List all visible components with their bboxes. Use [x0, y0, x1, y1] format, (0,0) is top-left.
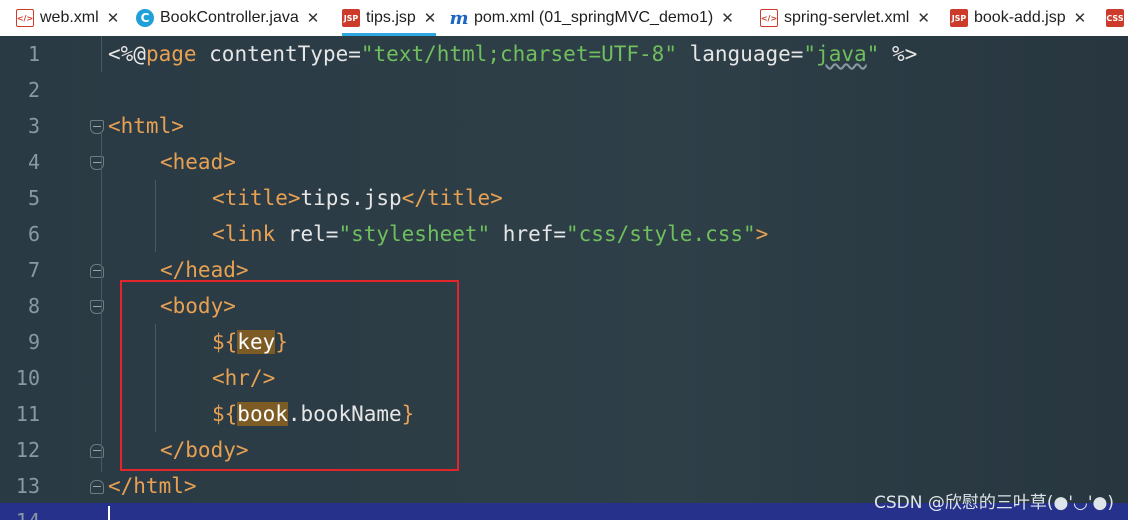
close-icon[interactable]: ✕	[307, 9, 320, 27]
tab-label: book-add.jsp	[974, 9, 1066, 26]
close-icon[interactable]: ✕	[424, 9, 437, 27]
attribute-value-warning: java	[816, 42, 867, 66]
attribute-name: href=	[490, 222, 567, 246]
attribute-value-quote: "	[803, 42, 817, 66]
editor-tab-bar: </> web.xml ✕ C BookController.java ✕ JS…	[0, 0, 1128, 37]
line-number: 9	[27, 330, 40, 354]
tab-spring-servlet-xml[interactable]: </> spring-servlet.xml ✕	[760, 0, 930, 36]
line-number: 6	[27, 222, 40, 246]
attribute-value: "css/style.css"	[566, 222, 756, 246]
attribute-name: language=	[676, 42, 804, 66]
text-cursor	[108, 506, 110, 520]
tab-pom-xml[interactable]: m pom.xml (01_springMVC_demo1) ✕	[449, 0, 734, 36]
line-number: 5	[27, 186, 40, 210]
tab-label: spring-servlet.xml	[784, 9, 910, 26]
line-number: 13	[15, 474, 40, 498]
html-tag: </html>	[108, 474, 197, 498]
html-tag: <link	[212, 222, 276, 246]
tab-tips-jsp[interactable]: JSP tips.jsp ✕	[342, 0, 436, 36]
close-icon[interactable]: ✕	[107, 9, 120, 27]
jsp-directive-open: <%@	[108, 42, 146, 66]
java-class-icon: C	[136, 9, 154, 27]
tab-bookcontroller-java[interactable]: C BookController.java ✕	[136, 0, 319, 36]
attribute-name: contentType=	[196, 42, 361, 66]
code-editor[interactable]: 1 2 3 4 5 6 7 8 9 10 11 12 13 <%@page co…	[0, 36, 1128, 520]
tab-label: pom.xml (01_springMVC_demo1)	[474, 9, 714, 26]
xml-file-icon: </>	[16, 9, 34, 27]
close-icon[interactable]: ✕	[917, 9, 930, 27]
css-file-icon: CSS	[1106, 9, 1124, 27]
jsp-file-icon: JSP	[342, 9, 360, 27]
line-number: 1	[27, 42, 40, 66]
directive-name: page	[145, 42, 197, 66]
line-number: 10	[15, 366, 40, 390]
annotation-highlight-box	[120, 280, 459, 471]
line-number: 2	[27, 78, 40, 102]
indent-guide	[101, 36, 102, 72]
attribute-value-quote: "	[866, 42, 880, 66]
fold-end-icon[interactable]	[90, 480, 104, 494]
html-tag: <title>	[212, 186, 301, 210]
tab-css-file[interactable]: CSS	[1106, 0, 1128, 36]
tab-label: BookController.java	[160, 9, 299, 26]
line-number: 11	[15, 402, 40, 426]
code-line-6: <link rel="stylesheet" href="css/style.c…	[212, 216, 768, 252]
indent-guide	[101, 132, 102, 472]
jsp-file-icon: JSP	[950, 9, 968, 27]
line-number: 4	[27, 150, 40, 174]
attribute-value: "stylesheet"	[338, 222, 491, 246]
line-number-gutter: 1 2 3 4 5 6 7 8 9 10 11 12 13	[0, 36, 78, 520]
code-line-4: <head>	[160, 144, 236, 180]
spring-xml-icon: </>	[760, 9, 778, 27]
html-tag: </title>	[401, 186, 503, 210]
jsp-directive-close: %>	[879, 42, 918, 66]
code-line-1: <%@page contentType="text/html;charset=U…	[108, 36, 917, 72]
html-tag: <head>	[160, 150, 236, 174]
close-icon[interactable]: ✕	[721, 9, 734, 27]
line-number: 3	[27, 114, 40, 138]
close-icon[interactable]: ✕	[1074, 9, 1087, 27]
tab-label: tips.jsp	[366, 9, 416, 26]
line-number: 12	[15, 438, 40, 462]
attribute-name: rel=	[275, 222, 339, 246]
maven-icon: m	[449, 7, 469, 29]
code-line-5: <title>tips.jsp</title>	[212, 180, 503, 216]
tab-label: web.xml	[40, 9, 99, 26]
watermark: CSDN @欣慰的三叶草(●'◡'●)	[874, 493, 1114, 513]
line-number: 14	[0, 503, 40, 520]
code-line-3: <html>	[108, 108, 184, 144]
line-number: 7	[27, 258, 40, 282]
html-tag: </head>	[160, 258, 249, 282]
indent-guide	[155, 180, 156, 252]
attribute-value: "text/html;charset=UTF-8"	[360, 42, 677, 66]
line-number: 8	[27, 294, 40, 318]
tab-web-xml[interactable]: </> web.xml ✕	[16, 0, 119, 36]
tab-book-add-jsp[interactable]: JSP book-add.jsp ✕	[950, 0, 1086, 36]
tag-text: tips.jsp	[300, 186, 402, 210]
html-tag: <html>	[108, 114, 184, 138]
code-line-13: </html>	[108, 468, 197, 504]
html-tag: >	[755, 222, 769, 246]
